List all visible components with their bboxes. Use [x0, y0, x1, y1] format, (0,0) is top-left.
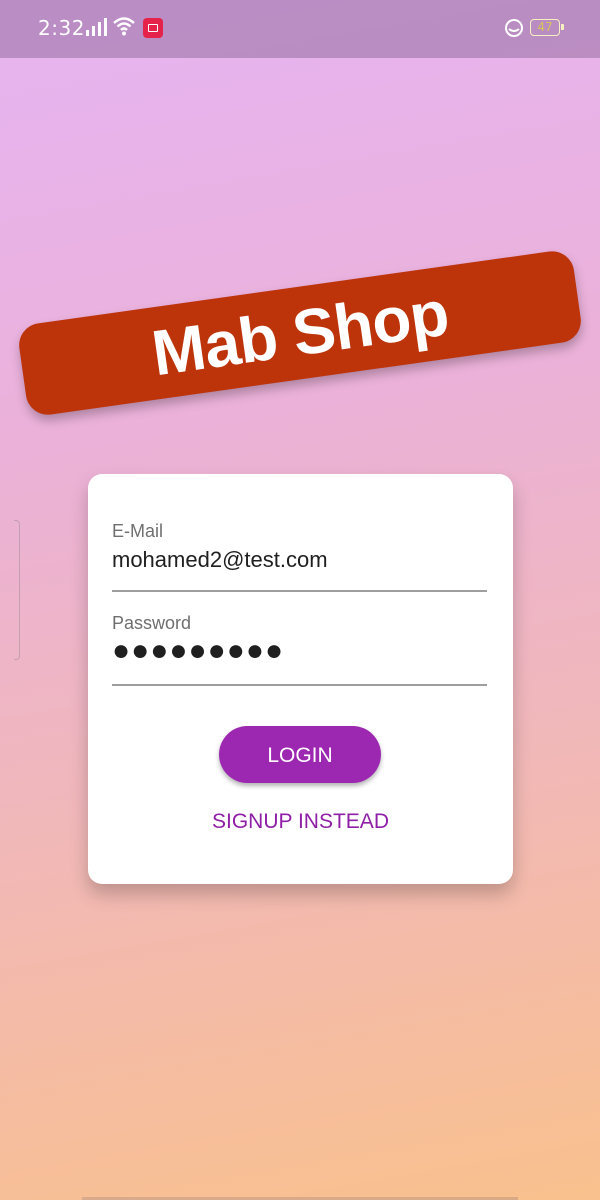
email-input[interactable]: mohamed2@test.com — [112, 546, 487, 574]
face-unlock-icon — [505, 19, 523, 37]
edge-panel-handle[interactable] — [14, 520, 20, 660]
wifi-icon — [113, 17, 135, 36]
password-input[interactable]: ●●●●●●●●● — [112, 636, 487, 666]
email-label: E-Mail — [112, 521, 164, 541]
email-field[interactable]: E-Mail mohamed2@test.com — [112, 520, 487, 592]
password-underline — [112, 684, 487, 686]
password-field[interactable]: Password ●●●●●●●●● — [112, 612, 487, 686]
battery-icon: 47 — [530, 19, 564, 36]
brand-title: Mab Shop — [147, 276, 453, 390]
login-button[interactable]: LOGIN — [219, 726, 381, 783]
signal-icon — [86, 18, 107, 36]
password-label: Password — [112, 613, 192, 633]
screen-record-icon — [143, 18, 163, 38]
screen: 2:32 47 Mab Shop E-Mail mohamed2@test.co… — [0, 0, 600, 1200]
login-card: E-Mail mohamed2@test.com Password ●●●●●●… — [88, 474, 513, 884]
status-time: 2:32 — [38, 16, 85, 40]
status-bar: 2:32 47 — [0, 0, 600, 58]
email-underline — [112, 590, 487, 592]
signup-instead-button[interactable]: SIGNUP INSTEAD — [88, 808, 513, 836]
